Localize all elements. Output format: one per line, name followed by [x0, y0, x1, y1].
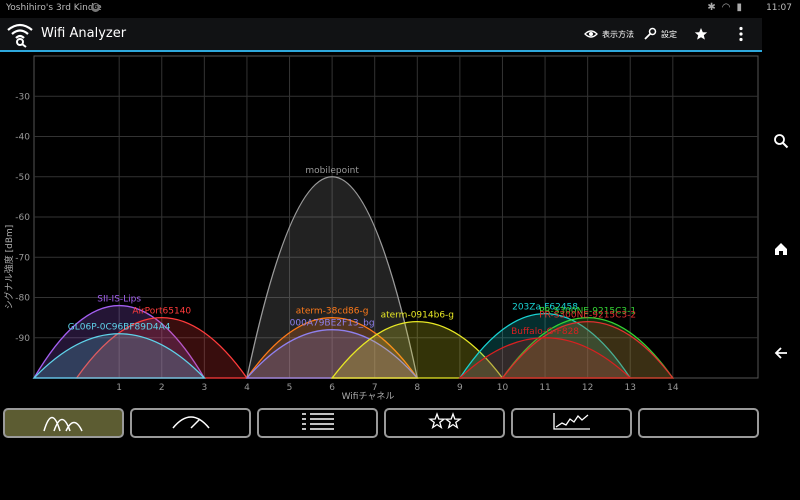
x-tick-label: 4 — [244, 383, 250, 393]
channel-graph: -30-40-50-60-70-80-90 1 2 3 4 5 6 7 8 9 10 11 12 13 1… — [3, 55, 759, 402]
network-label: GL06P-0C96BF89D4A4 — [68, 323, 171, 333]
search-button[interactable] — [769, 131, 793, 155]
home-button[interactable] — [769, 239, 793, 263]
settings-button[interactable]: 設定 — [643, 18, 677, 50]
x-tick-label: 8 — [414, 383, 420, 393]
x-tick-label: 12 — [582, 383, 593, 393]
action-bar: Wifi Analyzer 表示方法 設定 — [0, 18, 762, 52]
tab-ap-list[interactable] — [257, 408, 378, 438]
x-tick-label: 14 — [667, 383, 679, 393]
y-tick-label: -30 — [15, 92, 30, 102]
x-tick-label: 3 — [201, 383, 207, 393]
back-button[interactable] — [769, 343, 793, 367]
network-label: Buffalo-G-F828 — [511, 327, 579, 337]
app-title: Wifi Analyzer — [41, 26, 127, 41]
view-mode-label: 表示方法 — [602, 29, 634, 39]
y-tick-label: -90 — [15, 334, 30, 344]
x-tick-label: 13 — [625, 383, 636, 393]
overflow-menu-button[interactable] — [738, 18, 744, 50]
search-icon — [773, 133, 789, 153]
x-tick-label: 2 — [159, 383, 165, 393]
x-tick-label: 11 — [539, 383, 550, 393]
network-label: AirPort65140 — [132, 307, 191, 317]
notification-badge[interactable]: 6 — [91, 3, 100, 12]
y-tick-label: -60 — [15, 213, 30, 223]
clock: 11:07 — [766, 3, 792, 13]
status-bar: Yoshihiro's 3rd Kindle 6 ✱◠▮ 11:07 — [0, 0, 800, 18]
x-axis-label: Wifiチャネル — [342, 391, 395, 402]
y-axis-label: シグナル強度 [dBm] — [3, 225, 15, 310]
favorite-button[interactable] — [694, 18, 708, 50]
list-icon — [296, 410, 340, 436]
eye-icon — [584, 29, 598, 39]
y-tick-label: -70 — [15, 253, 30, 263]
x-tick-label: 1 — [116, 383, 122, 393]
y-tick-label: -50 — [15, 173, 30, 183]
main-content: -30 -40 -50 -60 -70 -80 -90 1 2 3 4 5 6 7 8 9 10 11 12 13 1… — [0, 52, 762, 500]
wrench-icon — [643, 27, 657, 41]
network-label: 000A79BE2F13_bg — [290, 319, 375, 329]
network-label: aterm-0914b6-g — [381, 311, 454, 321]
tab-channel-graph[interactable] — [3, 408, 124, 438]
status-icons: ✱◠▮ — [707, 2, 748, 13]
wifi-logo-icon — [6, 20, 34, 48]
more-vert-icon — [738, 26, 744, 42]
network-label: mobilepoint — [305, 166, 359, 176]
bluetooth-icon: ✱ — [707, 2, 722, 13]
network-label: SII-IS-Lips — [97, 295, 141, 305]
x-tick-label: 5 — [287, 383, 293, 393]
navigation-bar — [762, 18, 800, 500]
view-mode-button[interactable]: 表示方法 — [584, 18, 634, 50]
y-tick-label: -40 — [15, 133, 30, 143]
tab-signal-meter[interactable] — [130, 408, 251, 438]
home-icon — [773, 241, 789, 261]
back-arrow-icon — [773, 345, 789, 365]
x-tick-label: 10 — [497, 383, 509, 393]
x-tick-label: 9 — [457, 383, 463, 393]
channel-graph-icon — [42, 410, 86, 436]
x-tick-label: 6 — [329, 383, 335, 393]
time-graph-icon — [550, 410, 594, 436]
tab-time-graph[interactable] — [511, 408, 632, 438]
tab-empty[interactable] — [638, 408, 759, 438]
stars-icon — [423, 410, 467, 436]
network-label: PR-S300NE-9215C3-2 — [539, 311, 636, 321]
meter-icon — [169, 410, 213, 436]
settings-label: 設定 — [661, 29, 677, 39]
wifi-status-icon: ◠ — [721, 2, 737, 13]
network-label: aterm-38cd86-g — [296, 307, 369, 317]
y-tick-label: -80 — [15, 294, 30, 304]
star-icon — [694, 27, 708, 41]
device-name: Yoshihiro's 3rd Kindle — [6, 3, 102, 13]
tab-channel-rating[interactable] — [384, 408, 505, 438]
battery-icon: ▮ — [736, 2, 748, 13]
